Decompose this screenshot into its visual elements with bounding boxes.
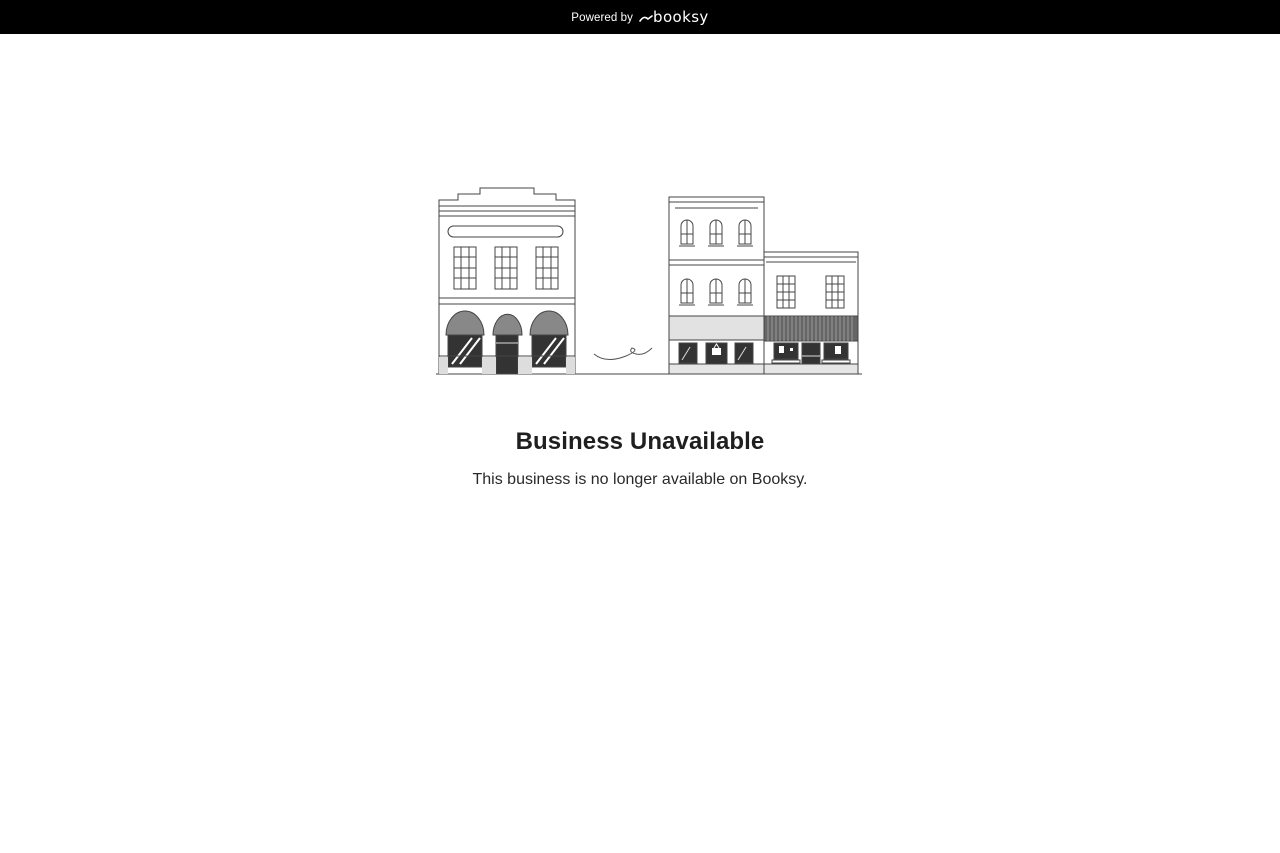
booksy-swoosh-icon	[639, 15, 653, 22]
booksy-wordmark: booksy	[653, 7, 709, 26]
powered-by-bar: Powered by booksy	[0, 0, 1280, 34]
powered-by-label: Powered by	[571, 11, 634, 24]
booksy-logo-link[interactable]: booksy	[639, 7, 709, 26]
unavailable-message: This business is no longer available on …	[472, 471, 808, 488]
storefronts-illustration	[436, 187, 862, 375]
page-title: Business Unavailable	[515, 428, 765, 455]
